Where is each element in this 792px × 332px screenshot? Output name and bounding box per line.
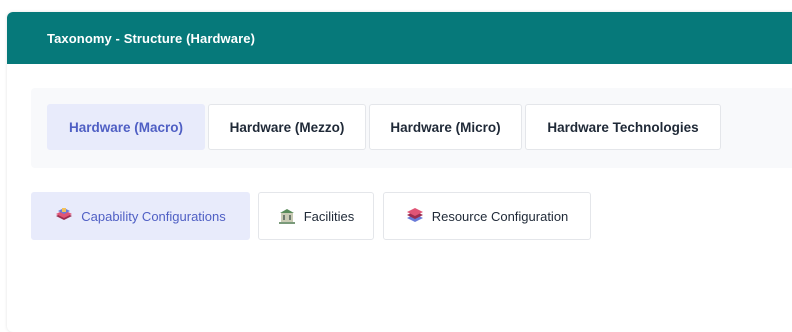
tab-hardware-macro[interactable]: Hardware (Macro) bbox=[47, 104, 205, 150]
subtab-label: Facilities bbox=[303, 208, 355, 224]
subtab-label: Capability Configurations bbox=[81, 208, 226, 224]
stack-icon bbox=[406, 208, 424, 224]
tab-label: Hardware (Micro) bbox=[390, 119, 501, 135]
tab-hardware-micro[interactable]: Hardware (Micro) bbox=[369, 104, 522, 150]
building-icon bbox=[278, 208, 296, 224]
page-title: Taxonomy - Structure (Hardware) bbox=[47, 30, 256, 46]
hardware-tabbar: Hardware (Macro) Hardware (Mezzo) Hardwa… bbox=[31, 88, 792, 168]
tab-hardware-technologies[interactable]: Hardware Technologies bbox=[525, 104, 721, 150]
subtab-resource-configuration[interactable]: Resource Configuration bbox=[383, 192, 591, 240]
subtab-facilities[interactable]: Facilities bbox=[258, 192, 374, 240]
panel-header: Taxonomy - Structure (Hardware) bbox=[7, 12, 792, 64]
tab-label: Hardware (Macro) bbox=[68, 119, 184, 135]
subtab-label: Resource Configuration bbox=[431, 208, 569, 224]
tab-label: Hardware Technologies bbox=[547, 119, 699, 135]
layers-icon bbox=[55, 208, 73, 224]
subtab-capability-configurations[interactable]: Capability Configurations bbox=[31, 192, 250, 240]
tab-hardware-mezzo[interactable]: Hardware (Mezzo) bbox=[208, 104, 366, 150]
taxonomy-panel: Taxonomy - Structure (Hardware) Hardware… bbox=[7, 12, 792, 332]
tab-label: Hardware (Mezzo) bbox=[229, 119, 345, 135]
